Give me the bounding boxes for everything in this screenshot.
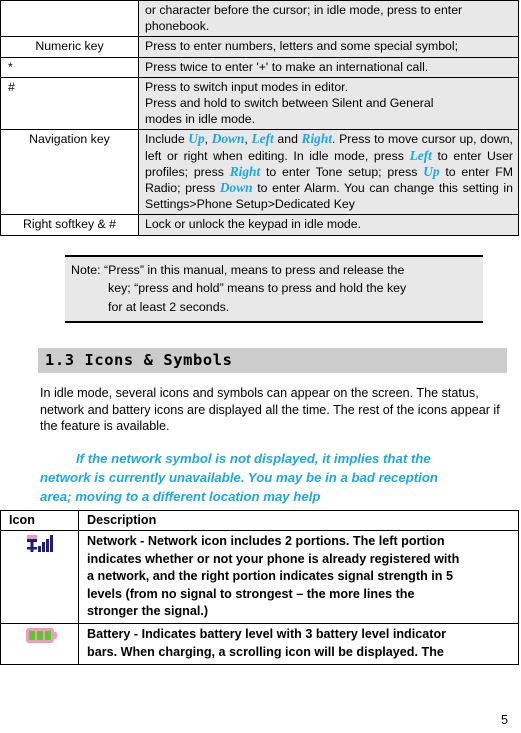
section-heading: 1.3 Icons & Symbols: [38, 348, 507, 374]
column-header-icon: Icon: [0, 510, 79, 532]
desc-line: Press to enter numbers, letters and some…: [145, 39, 459, 54]
network-notice: If the network symbol is not displayed, …: [40, 449, 506, 506]
desc-line: bars. When charging, a scrolling icon wi…: [87, 644, 444, 659]
battery-segment-1: [28, 631, 35, 641]
table-row: Battery - Indicates battery level with 3…: [0, 623, 519, 666]
note-line-3: for at least 2 seconds.: [108, 299, 230, 314]
direction-keyword: Left: [251, 131, 274, 147]
antenna-glyph: [26, 535, 37, 553]
navigation-key-rich-text: Include Up, Down, Left and Right. Press …: [145, 131, 513, 211]
key-description-cell: Lock or unlock the keypad in idle mode.: [138, 214, 519, 236]
desc-line: Battery - Indicates battery level with 3…: [87, 627, 447, 642]
desc-line: Network - Network icon includes 2 portio…: [87, 534, 445, 549]
key-functions-table: or character before the cursor; in idle …: [0, 0, 519, 236]
table-row: * Press twice to enter '+' to make an in…: [0, 56, 519, 78]
table-row: Navigation key Include Up, Down, Left an…: [0, 129, 519, 216]
key-label-cell: Right softkey & #: [0, 214, 139, 236]
key-label-cell: Numeric key: [0, 36, 139, 58]
note-wrapper: Note: “Press” in this manual, means to p…: [0, 254, 521, 324]
desc-line: or character before the cursor; in idle …: [145, 3, 463, 17]
desc-line: indicates whether or not your phone is a…: [87, 551, 460, 566]
direction-keyword: Up: [423, 163, 440, 179]
table-row: Numeric key Press to enter numbers, lett…: [0, 36, 519, 58]
signal-bar-4: [49, 535, 53, 553]
desc-line: Press twice to enter '+' to make an inte…: [145, 59, 429, 74]
key-label-cell: Navigation key: [0, 129, 139, 216]
battery-segment-2: [36, 631, 43, 641]
signal-bar-2: [41, 542, 45, 553]
table-row: Network - Network icon includes 2 portio…: [0, 530, 519, 625]
table-row: or character before the cursor; in idle …: [0, 0, 519, 38]
key-description-cell: Press to enter numbers, letters and some…: [138, 36, 519, 58]
key-description-cell: Press twice to enter '+' to make an inte…: [138, 56, 519, 78]
icons-symbols-table: Icon Description Network - Network icon …: [0, 510, 519, 666]
desc-line: Lock or unlock the keypad in idle mode.: [145, 217, 362, 232]
network-signal-icon: [26, 535, 53, 553]
table-row: # Press to switch input modes in editor.…: [0, 76, 519, 131]
desc-line: a network, and the right portion indicat…: [87, 569, 453, 584]
column-header-description: Description: [78, 510, 519, 532]
icon-description-cell: Network - Network icon includes 2 portio…: [78, 530, 519, 625]
notice-line-2: network is currently unavailable. You ma…: [40, 470, 438, 486]
notice-line-1: If the network symbol is not displayed, …: [76, 451, 431, 467]
table-header-row: Icon Description: [0, 510, 519, 532]
key-label-cell: *: [0, 56, 139, 78]
direction-keyword: Left: [409, 147, 432, 163]
note-box: Note: “Press” in this manual, means to p…: [65, 254, 483, 324]
battery-tip: [53, 632, 57, 640]
direction-keyword: Down: [219, 180, 253, 196]
nav-text-segment: ,: [204, 132, 212, 147]
signal-bar-3: [45, 539, 49, 553]
section-intro-paragraph: In idle mode, several icons and symbols …: [40, 386, 500, 433]
nav-text-segment: Include: [145, 132, 189, 147]
icon-cell: [0, 623, 79, 666]
direction-keyword: Right: [301, 131, 333, 147]
key-description-cell: or character before the cursor; in idle …: [138, 0, 519, 38]
icon-description-cell: Battery - Indicates battery level with 3…: [78, 623, 519, 666]
desc-line: modes in idle mode.: [145, 112, 256, 127]
desc-line: Press and hold to switch between Silent …: [145, 96, 434, 111]
key-label-cell: [0, 0, 139, 38]
key-description-cell: Press to switch input modes in editor. P…: [138, 76, 519, 131]
desc-line: phonebook.: [145, 19, 210, 34]
note-line-2: key; “press and hold” means to press and…: [108, 281, 407, 296]
key-label-cell: #: [0, 76, 139, 131]
direction-keyword: Up: [188, 131, 205, 147]
battery-level-icon: [25, 628, 57, 644]
direction-keyword: Down: [211, 131, 245, 147]
desc-line: levels (from no signal to strongest – th…: [87, 586, 415, 601]
battery-segment-3: [44, 631, 51, 641]
nav-text-segment: to enter Tone setup; press: [260, 164, 424, 179]
notice-line-3: area; moving to a different location may…: [40, 489, 321, 505]
signal-bar-1: [37, 546, 41, 553]
desc-line: stronger the signal.): [87, 603, 209, 618]
table-row: Right softkey & # Lock or unlock the key…: [0, 214, 519, 236]
note-line-1: Note: “Press” in this manual, means to p…: [71, 262, 405, 277]
desc-line: Press to switch input modes in editor.: [145, 79, 348, 94]
nav-text-segment: and: [273, 132, 302, 147]
icon-cell: [0, 530, 79, 625]
page-number: 5: [500, 713, 508, 727]
direction-keyword: Right: [229, 163, 261, 179]
navigation-key-description-cell: Include Up, Down, Left and Right. Press …: [138, 129, 519, 216]
